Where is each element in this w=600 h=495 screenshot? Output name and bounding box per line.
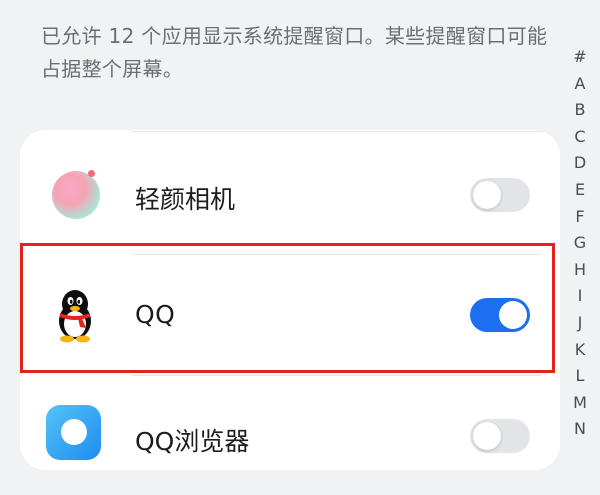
app-name-qingyan-camera: 轻颜相机 <box>135 185 236 214</box>
index-letter[interactable]: N <box>568 416 592 443</box>
index-letter[interactable]: K <box>568 337 592 364</box>
qq-browser-icon <box>46 405 101 460</box>
index-letter[interactable]: E <box>568 177 592 204</box>
toggle-qq[interactable] <box>470 298 530 332</box>
permission-description: 已允许 12 个应用显示系统提醒窗口。某些提醒窗口可能占据整个屏幕。 <box>41 24 548 81</box>
index-letter[interactable]: L <box>568 363 592 390</box>
qq-browser-icon-inner <box>61 419 87 445</box>
index-letter[interactable]: C <box>568 124 592 151</box>
toggle-knob <box>473 181 501 209</box>
index-letter[interactable]: J <box>568 310 592 337</box>
qingyan-camera-icon <box>52 171 100 219</box>
index-letter[interactable]: H <box>568 257 592 284</box>
index-letter[interactable]: # <box>568 44 592 71</box>
toggle-qq-browser[interactable] <box>470 419 530 453</box>
index-letter[interactable]: M <box>568 390 592 417</box>
qingyan-camera-icon-dot <box>88 170 95 177</box>
toggle-knob <box>499 301 527 329</box>
qq-penguin-icon <box>59 290 91 343</box>
index-letter[interactable]: G <box>568 230 592 257</box>
index-letter[interactable]: D <box>568 150 592 177</box>
toggle-qingyan-camera[interactable] <box>470 178 530 212</box>
toggle-knob <box>473 422 501 450</box>
alphabet-index[interactable]: # A B C D E F G H I J K L M N <box>568 44 592 443</box>
index-letter[interactable]: F <box>568 204 592 231</box>
index-letter[interactable]: I <box>568 283 592 310</box>
divider <box>132 131 542 132</box>
index-letter[interactable]: B <box>568 97 592 124</box>
index-letter[interactable]: A <box>568 71 592 98</box>
app-name-qq: QQ <box>135 300 176 329</box>
app-name-qq-browser: QQ浏览器 <box>135 427 250 456</box>
